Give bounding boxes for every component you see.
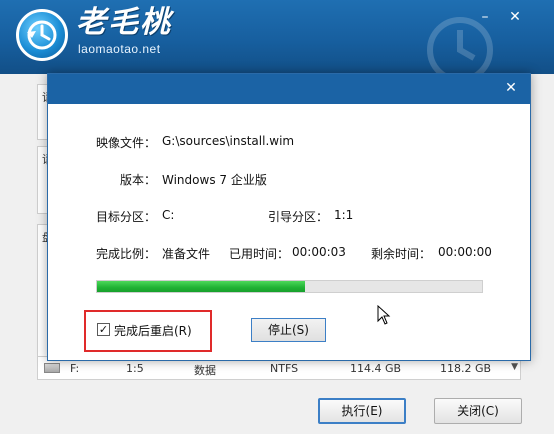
partition-free: 118.2 GB: [440, 362, 492, 375]
window-close-button[interactable]: ✕: [506, 8, 524, 26]
install-progress-dialog: ✕ 映像文件： G:\sources\install.wim 版本： Windo…: [47, 73, 531, 361]
progress-bar: [96, 280, 483, 293]
execute-button[interactable]: 执行(E): [318, 398, 406, 424]
progress-label: 完成比例：: [96, 247, 157, 261]
app-logo-url: laomaotao.net: [78, 42, 161, 56]
reboot-option-highlight: ✓ 完成后重启(R): [84, 310, 212, 352]
image-file-value: G:\sources\install.wim: [162, 134, 295, 148]
image-file-label: 映像文件：: [96, 136, 157, 150]
version-label: 版本：: [120, 173, 157, 187]
partition-drive: F:: [70, 362, 80, 375]
boot-partition-label: 引导分区：: [268, 210, 329, 224]
progress-bar-fill: [97, 281, 305, 292]
progress-status: 准备文件: [162, 247, 211, 261]
elapsed-time-label: 已用时间：: [229, 247, 290, 261]
mouse-pointer-icon: [377, 305, 391, 325]
close-button[interactable]: 关闭(C): [434, 398, 522, 424]
reboot-checkbox-label[interactable]: 完成后重启(R): [114, 322, 192, 339]
remaining-time-value: 00:00:00: [438, 245, 492, 259]
stop-button[interactable]: 停止(S): [251, 318, 326, 342]
reboot-checkbox[interactable]: ✓: [97, 323, 110, 336]
app-logo-title: 老毛桃: [76, 5, 172, 40]
target-partition-label: 目标分区：: [96, 210, 157, 224]
partition-index: 1:5: [126, 362, 144, 375]
dialog-titlebar: ✕: [48, 74, 530, 104]
logo-icon: [16, 9, 68, 61]
boot-partition-value: 1:1: [334, 208, 354, 222]
elapsed-time-value: 00:00:03: [292, 245, 346, 259]
remaining-time-label: 剩余时间：: [371, 247, 432, 261]
app-header: 老毛桃 laomaotao.net – ✕: [0, 0, 554, 74]
partition-fs: NTFS: [270, 362, 299, 375]
target-partition-value: C:: [162, 208, 175, 222]
partition-size: 114.4 GB: [350, 362, 402, 375]
partition-type: 数据: [194, 364, 216, 377]
minimize-button[interactable]: –: [476, 8, 494, 26]
drive-icon: [44, 363, 60, 373]
scroll-down-icon[interactable]: ▼: [511, 362, 518, 372]
version-value: Windows 7 企业版: [162, 173, 267, 187]
dialog-close-button[interactable]: ✕: [502, 79, 520, 97]
